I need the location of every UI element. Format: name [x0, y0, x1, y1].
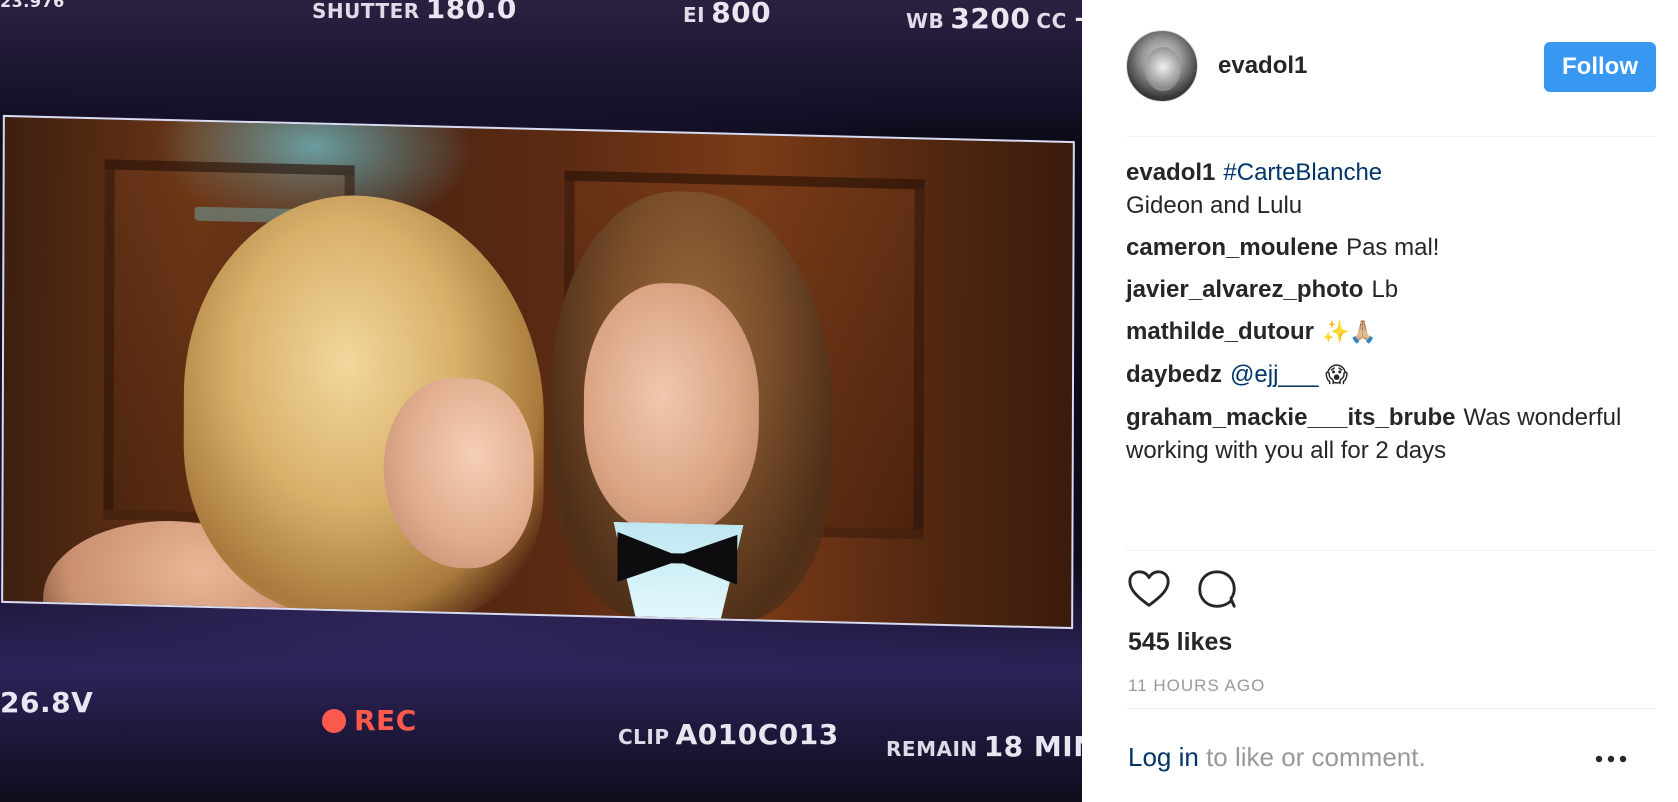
hud-remain-value: 18 MIN: [983, 730, 1082, 763]
hud-cc-label: CC: [1036, 9, 1067, 33]
hud-ei-value: 800: [711, 0, 772, 29]
comment-item: mathilde_dutour ✨🙏🏼: [1126, 315, 1656, 349]
post-photo[interactable]: 23.976 SHUTTER 180.0 EI 800 WB 3200 CC +…: [0, 0, 1082, 802]
post-sidebar: evadol1 Follow evadol1 #CarteBlanche Gide…: [1082, 0, 1678, 802]
hud-remain-label: REMAIN: [886, 737, 978, 761]
action-bar: [1126, 566, 1240, 612]
likes-count[interactable]: 545 likes: [1128, 628, 1232, 657]
post-timestamp[interactable]: 11 HOURS AGO: [1128, 676, 1265, 696]
comment-author[interactable]: daybedz: [1126, 361, 1222, 388]
login-prompt: Log in to like or comment.: [1128, 742, 1426, 773]
comment-text: Pas mal!: [1346, 234, 1440, 261]
man-face: [583, 281, 760, 536]
comment-item: daybedz @ejj___ 😱: [1126, 358, 1656, 392]
heart-icon[interactable]: [1126, 566, 1172, 612]
monitor-frame: [1, 114, 1075, 630]
comment-text: Lb: [1371, 276, 1399, 303]
divider-footer: [1126, 708, 1656, 709]
hud-fps: 23.976: [0, 0, 65, 11]
hud-rec-label: REC: [354, 704, 417, 737]
comment-item: cameron_moulene Pas mal!: [1126, 231, 1656, 264]
hud-clip: CLIP A010C013: [618, 718, 839, 751]
hud-white-balance: WB 3200 CC +0: [906, 2, 1082, 35]
hud-ei-label: EI: [683, 3, 706, 27]
comment-text: ✨🙏🏼: [1322, 320, 1377, 345]
divider-actions: [1126, 550, 1656, 551]
hud-shutter-value: 180.0: [425, 0, 517, 25]
comment-item: javier_alvarez_photo Lb: [1126, 273, 1656, 306]
comment-bubble-icon[interactable]: [1194, 566, 1240, 612]
rec-dot-icon: [322, 708, 346, 733]
more-options-icon[interactable]: [1594, 752, 1628, 766]
hud-clip-label: CLIP: [618, 725, 670, 749]
comment-author[interactable]: javier_alvarez_photo: [1126, 276, 1363, 303]
hud-rec: REC: [322, 704, 417, 737]
divider-header: [1126, 136, 1656, 137]
login-link[interactable]: Log in: [1128, 742, 1199, 772]
comment-author[interactable]: mathilde_dutour: [1126, 318, 1314, 345]
caption: evadol1 #CarteBlanche Gideon and Lulu: [1126, 156, 1656, 222]
hud-voltage: 26.8V: [0, 686, 94, 719]
comment-mention[interactable]: @ejj___: [1230, 361, 1318, 388]
comment-author[interactable]: graham_mackie___its_brube: [1126, 404, 1456, 431]
caption-author[interactable]: evadol1: [1126, 159, 1215, 186]
hud-ei: EI 800: [683, 0, 771, 29]
hud-wb-label: WB: [906, 9, 945, 33]
caption-hashtag[interactable]: #CarteBlanche: [1223, 159, 1382, 186]
follow-button[interactable]: Follow: [1544, 42, 1656, 92]
hud-fps-value: 23.976: [0, 0, 65, 11]
comment-text: 😱: [1325, 363, 1349, 388]
caption-text: Gideon and Lulu: [1126, 192, 1303, 219]
hud-remain: REMAIN 18 MIN: [886, 730, 1082, 763]
instagram-post: 23.976 SHUTTER 180.0 EI 800 WB 3200 CC +…: [0, 0, 1678, 802]
comment-item: graham_mackie___its_brube Was wonderful w…: [1126, 401, 1656, 467]
hud-cc-value: +0: [1073, 2, 1082, 35]
hud-wb-value: 3200: [950, 2, 1031, 35]
hud-clip-value: A010C013: [675, 718, 839, 751]
avatar[interactable]: [1126, 30, 1198, 102]
header-username[interactable]: evadol1: [1218, 52, 1307, 80]
login-prompt-text: to like or comment.: [1198, 742, 1426, 772]
hud-shutter-label: SHUTTER: [312, 0, 420, 23]
post-header: evadol1 Follow: [1126, 30, 1656, 102]
hud-shutter: SHUTTER 180.0: [312, 0, 517, 25]
comments-list: evadol1 #CarteBlanche Gideon and Lulu cam…: [1126, 156, 1656, 476]
comment-author[interactable]: cameron_moulene: [1126, 234, 1338, 261]
